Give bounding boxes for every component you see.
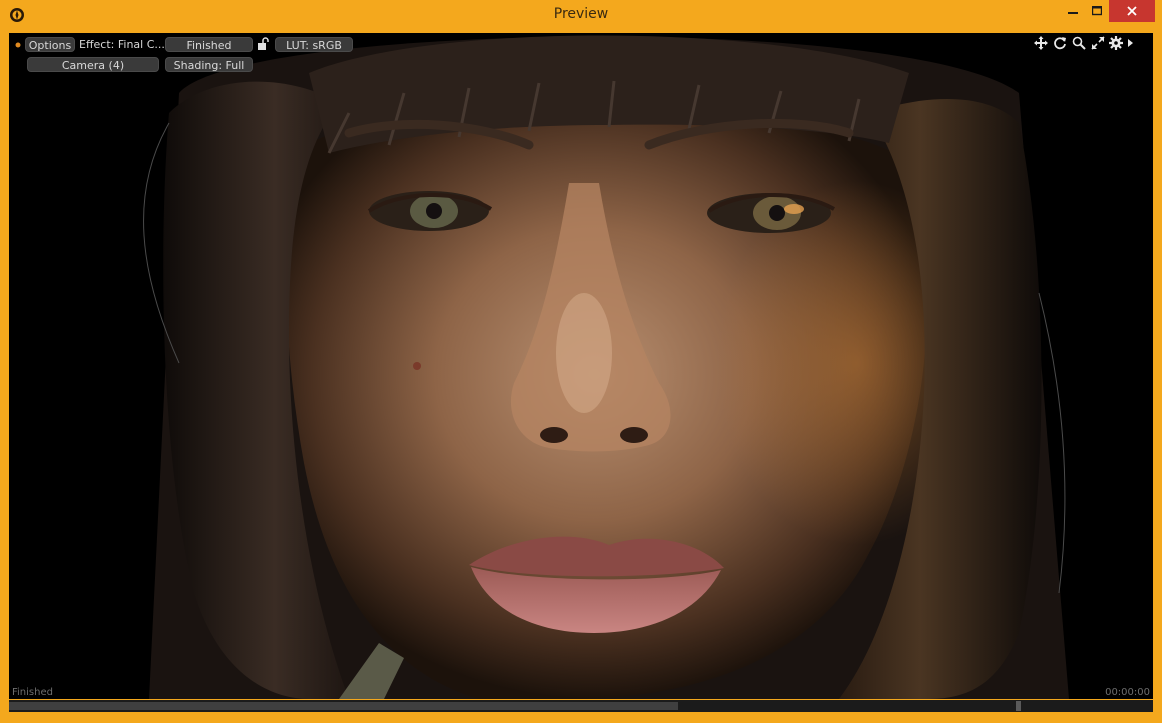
rotate-icon[interactable] bbox=[1053, 36, 1067, 50]
fit-icon[interactable] bbox=[1091, 36, 1105, 50]
rendered-face-image bbox=[9, 33, 1153, 699]
status-dot-icon bbox=[15, 42, 21, 48]
toolbar-indicator-dot bbox=[15, 37, 21, 52]
title-bar[interactable]: Preview bbox=[0, 0, 1162, 30]
close-icon bbox=[1127, 6, 1137, 16]
minimize-icon bbox=[1068, 12, 1078, 14]
camera-dropdown[interactable]: Camera (4) bbox=[27, 57, 159, 72]
unlock-icon[interactable] bbox=[257, 37, 269, 51]
timecode: 00:00:00 bbox=[1105, 687, 1150, 698]
timeline-bar[interactable] bbox=[9, 700, 1153, 712]
expand-arrow-icon[interactable] bbox=[1127, 36, 1135, 50]
options-button[interactable]: Options bbox=[25, 37, 75, 52]
preview-window: Preview Options Effect: Final C... Finis… bbox=[0, 0, 1162, 723]
lut-dropdown[interactable]: LUT: sRGB bbox=[275, 37, 353, 52]
shading-dropdown[interactable]: Shading: Full bbox=[165, 57, 253, 72]
timeline-progress bbox=[9, 702, 678, 710]
zoom-icon[interactable] bbox=[1072, 36, 1086, 50]
render-status-button[interactable]: Finished bbox=[165, 37, 253, 52]
maximize-icon bbox=[1092, 6, 1102, 16]
render-viewport[interactable]: Options Effect: Final C... Finished LUT:… bbox=[9, 33, 1153, 699]
viewport-status-text: Finished bbox=[12, 687, 53, 698]
effect-dropdown[interactable]: Effect: Final C... bbox=[79, 37, 165, 52]
settings-icon[interactable] bbox=[1109, 36, 1123, 50]
minimize-button[interactable] bbox=[1061, 0, 1085, 22]
move-icon[interactable] bbox=[1034, 36, 1048, 50]
window-title: Preview bbox=[553, 6, 609, 22]
timeline-handle[interactable] bbox=[1016, 701, 1021, 711]
close-button[interactable] bbox=[1109, 0, 1155, 22]
maximize-button[interactable] bbox=[1085, 0, 1109, 22]
